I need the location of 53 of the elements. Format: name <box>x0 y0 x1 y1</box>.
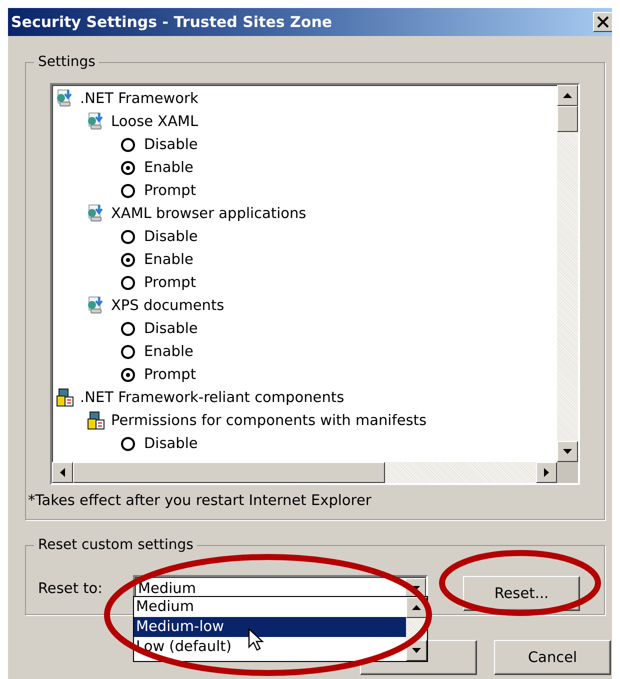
scroll-right-button[interactable] <box>536 462 557 483</box>
down-arrow-icon <box>412 648 421 653</box>
up-arrow-icon <box>412 605 421 610</box>
setting-label: .NET Framework-reliant components <box>80 388 344 408</box>
scroll-thumb[interactable] <box>73 462 385 483</box>
option-label[interactable]: Disable <box>144 226 198 246</box>
scroll-up-button[interactable] <box>557 85 578 106</box>
scroll-thumb[interactable] <box>557 106 578 132</box>
option-label[interactable]: Prompt <box>144 272 196 292</box>
restart-note: *Takes effect after you restart Internet Explorer <box>28 493 372 509</box>
radio-button[interactable] <box>121 230 135 244</box>
option-label[interactable]: Disable <box>144 434 198 454</box>
option-label[interactable]: Enable <box>144 342 194 362</box>
radio-button[interactable] <box>121 368 135 382</box>
option-label[interactable]: Enable <box>144 250 194 270</box>
down-arrow-icon <box>563 449 572 454</box>
option-label[interactable]: Enable <box>144 158 194 178</box>
cancel-button[interactable]: Cancel <box>494 640 611 675</box>
option-label[interactable]: Disable <box>144 318 198 338</box>
setting-label: XPS documents <box>111 296 224 316</box>
component-icon <box>56 388 75 407</box>
setting-label: Loose XAML <box>111 112 198 132</box>
setting-label: XAML browser applications <box>111 204 306 224</box>
group-label: Reset custom settings <box>34 536 198 554</box>
close-button[interactable] <box>593 12 612 32</box>
radio-button[interactable] <box>121 138 135 152</box>
option-label[interactable]: Prompt <box>144 180 196 200</box>
dropdown-option[interactable]: Medium-low <box>134 617 406 637</box>
left-arrow-icon <box>60 468 65 477</box>
mouse-pointer-icon <box>248 628 264 652</box>
option-label[interactable]: Disable <box>144 134 198 154</box>
radio-button[interactable] <box>121 184 135 198</box>
up-arrow-icon <box>563 93 572 98</box>
option-label[interactable]: Prompt <box>144 364 196 384</box>
scroll-down-button[interactable] <box>557 441 578 462</box>
reset-button[interactable]: Reset... <box>463 576 580 611</box>
scrollbar-corner <box>557 462 578 483</box>
horizontal-scrollbar[interactable] <box>52 462 578 483</box>
window-title: Security Settings - Trusted Sites Zone <box>11 13 332 31</box>
radio-button[interactable] <box>121 436 135 450</box>
radio-button[interactable] <box>121 276 135 290</box>
radio-button[interactable] <box>121 252 135 266</box>
radio-button[interactable] <box>121 322 135 336</box>
right-arrow-icon <box>544 468 549 477</box>
setting-label: Permissions for components with manifests <box>111 412 427 430</box>
scroll-left-button[interactable] <box>52 462 73 483</box>
group-label: Settings <box>34 53 100 71</box>
setting-label: .NET Framework <box>80 90 198 108</box>
reset-to-label: Reset to: <box>38 580 104 596</box>
component-icon <box>87 411 106 430</box>
vertical-scrollbar[interactable] <box>557 85 578 462</box>
radio-button[interactable] <box>121 160 135 174</box>
radio-button[interactable] <box>121 344 135 358</box>
